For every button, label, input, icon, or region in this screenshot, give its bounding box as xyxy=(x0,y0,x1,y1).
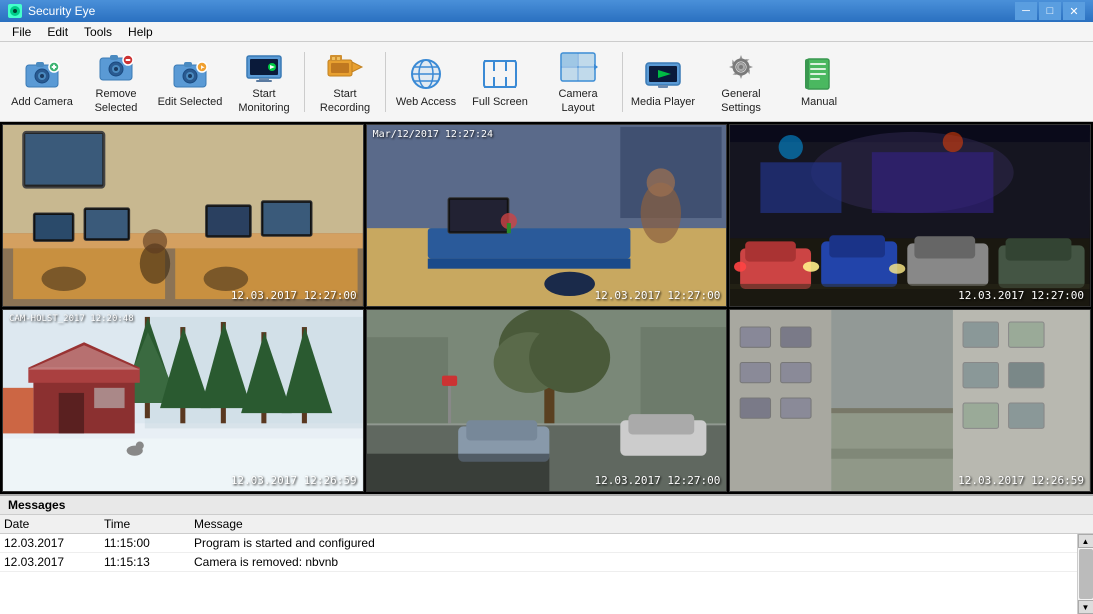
toolbar-separator-2 xyxy=(385,52,386,112)
start-monitoring-label: Start Monitoring xyxy=(231,88,297,114)
close-button[interactable]: ✕ xyxy=(1063,2,1085,20)
manual-button[interactable]: Manual xyxy=(783,47,855,117)
col-date: Date xyxy=(4,517,104,531)
maximize-button[interactable]: □ xyxy=(1039,2,1061,20)
camera-timestamp-6: 12.03.2017 12:26:59 xyxy=(958,474,1084,487)
add-camera-icon xyxy=(22,54,62,94)
media-icon xyxy=(643,54,683,94)
manual-icon xyxy=(799,54,839,94)
scroll-down-arrow[interactable]: ▼ xyxy=(1078,600,1093,614)
camera-timestamp-5: 12.03.2017 12:27:00 xyxy=(594,474,720,487)
full-screen-button[interactable]: Full Screen xyxy=(464,47,536,117)
menu-help[interactable]: Help xyxy=(120,23,161,41)
camera-layout-button[interactable]: Camera Layout xyxy=(538,47,618,117)
camera-cell-3[interactable]: 12.03.2017 12:27:00 xyxy=(729,124,1091,307)
msg-date-2: 12.03.2017 xyxy=(4,555,104,569)
full-screen-label: Full Screen xyxy=(472,96,528,109)
camera-layout-label: Camera Layout xyxy=(541,88,615,114)
remove-selected-label: Remove Selected xyxy=(83,88,149,114)
minimize-button[interactable]: ─ xyxy=(1015,2,1037,20)
msg-text-2: Camera is removed: nbvnb xyxy=(194,555,1073,569)
col-message: Message xyxy=(194,517,1073,531)
message-row-2: 12.03.2017 11:15:13 Camera is removed: n… xyxy=(0,553,1077,572)
camera-cell-6[interactable]: 12.03.2017 12:26:59 xyxy=(729,309,1091,492)
start-monitoring-button[interactable]: Start Monitoring xyxy=(228,47,300,117)
edit-selected-button[interactable]: Edit Selected xyxy=(154,47,226,117)
camera-timestamp-1: 12.03.2017 12:27:00 xyxy=(231,289,357,302)
manual-label: Manual xyxy=(801,96,837,109)
messages-panel: Messages Date Time Message 12.03.2017 11… xyxy=(0,494,1093,614)
messages-scrollbar[interactable]: ▲ ▼ xyxy=(1077,534,1093,614)
layout-icon xyxy=(558,48,598,86)
camera-timestamp-2: 12.03.2017 12:27:00 xyxy=(594,289,720,302)
general-settings-label: General Settings xyxy=(704,88,778,114)
remove-selected-button[interactable]: Remove Selected xyxy=(80,47,152,117)
start-recording-button[interactable]: Start Recording xyxy=(309,47,381,117)
title-bar: Security Eye ─ □ ✕ xyxy=(0,0,1093,22)
monitor-icon xyxy=(244,48,284,86)
menu-bar: File Edit Tools Help xyxy=(0,22,1093,42)
menu-tools[interactable]: Tools xyxy=(76,23,120,41)
menu-edit[interactable]: Edit xyxy=(39,23,76,41)
add-camera-label: Add Camera xyxy=(11,96,73,109)
fullscreen-icon xyxy=(480,54,520,94)
col-scroll-spacer xyxy=(1073,517,1089,531)
toolbar-separator-3 xyxy=(622,52,623,112)
menu-file[interactable]: File xyxy=(4,23,39,41)
settings-icon xyxy=(721,48,761,86)
camera-cell-5[interactable]: 12.03.2017 12:27:00 xyxy=(366,309,728,492)
camera-grid: 12.03.2017 12:27:00 xyxy=(0,122,1093,494)
remove-camera-icon xyxy=(96,48,136,86)
camera-cell-1[interactable]: 12.03.2017 12:27:00 xyxy=(2,124,364,307)
toolbar-separator-1 xyxy=(304,52,305,112)
media-player-label: Media Player xyxy=(631,96,695,109)
col-time: Time xyxy=(104,517,194,531)
scroll-thumb[interactable] xyxy=(1079,549,1093,599)
camera-label-4: CAM-HOLST_2017 12:20:48 xyxy=(9,314,134,324)
msg-date-1: 12.03.2017 xyxy=(4,536,104,550)
title-bar-controls: ─ □ ✕ xyxy=(1015,2,1085,20)
app-icon xyxy=(8,4,22,18)
toolbar: Add Camera Remove Selected xyxy=(0,42,1093,122)
message-row-1: 12.03.2017 11:15:00 Program is started a… xyxy=(0,534,1077,553)
web-access-button[interactable]: Web Access xyxy=(390,47,462,117)
start-recording-label: Start Recording xyxy=(312,88,378,114)
scroll-up-arrow[interactable]: ▲ xyxy=(1078,534,1093,548)
app-title: Security Eye xyxy=(28,4,95,18)
camera-cell-2[interactable]: Mar/12/2017 12:27:24 12.03.2017 12:27:00 xyxy=(366,124,728,307)
camera-timestamp-4: 12.03.2017 12:26:59 xyxy=(231,474,357,487)
camera-cell-4[interactable]: CAM-HOLST_2017 12:20:48 12.03.2017 12:26… xyxy=(2,309,364,492)
title-bar-left: Security Eye xyxy=(8,4,95,18)
msg-time-1: 11:15:00 xyxy=(104,536,194,550)
general-settings-button[interactable]: General Settings xyxy=(701,47,781,117)
messages-header: Messages xyxy=(0,496,1093,515)
camera-timestamp-3: 12.03.2017 12:27:00 xyxy=(958,289,1084,302)
edit-camera-icon xyxy=(170,54,210,94)
edit-selected-label: Edit Selected xyxy=(158,96,223,109)
media-player-button[interactable]: Media Player xyxy=(627,47,699,117)
web-icon xyxy=(406,54,446,94)
messages-column-headers: Date Time Message xyxy=(0,515,1093,534)
add-camera-button[interactable]: Add Camera xyxy=(6,47,78,117)
camera-label-2: Mar/12/2017 12:27:24 xyxy=(373,129,493,140)
msg-text-1: Program is started and configured xyxy=(194,536,1073,550)
messages-table: Date Time Message 12.03.2017 11:15:00 Pr… xyxy=(0,515,1093,614)
messages-rows: 12.03.2017 11:15:00 Program is started a… xyxy=(0,534,1077,614)
msg-time-2: 11:15:13 xyxy=(104,555,194,569)
record-icon xyxy=(325,48,365,86)
web-access-label: Web Access xyxy=(396,96,456,109)
